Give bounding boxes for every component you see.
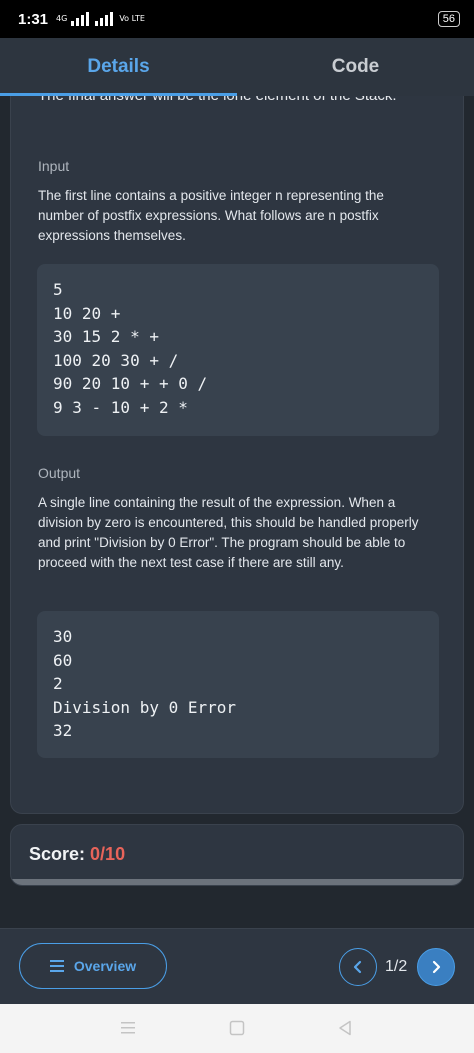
input-sample-line: 100 20 30 + / [53, 350, 179, 370]
volte-label: Vo LTE [119, 14, 145, 23]
menu-icon [49, 960, 64, 972]
output-sample-line: 32 [53, 721, 73, 740]
score-bar [11, 879, 463, 885]
input-sample-line: 5 [53, 280, 63, 299]
score-text: Score: 0/10 [29, 844, 125, 865]
android-home-icon[interactable] [229, 1020, 245, 1036]
tab-bar: Details Code [0, 38, 474, 96]
input-label: Input [38, 158, 70, 174]
android-recents-icon[interactable] [120, 1020, 136, 1036]
overview-button[interactable]: Overview [19, 943, 167, 989]
next-button[interactable] [417, 948, 455, 986]
output-sample-line: 60 [53, 650, 73, 670]
score-label: Score: [29, 844, 86, 864]
input-description: The first line contains a positive integ… [38, 188, 384, 243]
battery-icon: 56 [437, 11, 460, 27]
bottom-nav: Overview 1/2 [0, 928, 474, 1004]
chevron-right-icon [432, 960, 441, 974]
cut-off-text: The final answer will be the lone elemen… [38, 96, 397, 104]
network-type-label: 4G [56, 14, 68, 23]
prev-button[interactable] [339, 948, 377, 986]
input-sample-line: 90 20 10 + + 0 / [53, 374, 208, 393]
output-sample-line: 30 [53, 627, 73, 646]
overview-label: Overview [73, 958, 137, 974]
signal-icon [71, 12, 90, 26]
score-value: 0/10 [90, 844, 126, 864]
output-sample-line: Division by 0 Error [53, 697, 237, 717]
output-label: Output [38, 465, 81, 481]
status-time: 1:31 [18, 10, 49, 28]
output-sample-line: 2 [53, 674, 63, 693]
input-sample-line: 30 15 2 * + [53, 327, 159, 346]
input-sample-line: 9 3 - 10 + 2 * [53, 397, 188, 417]
input-sample-box: 5 10 20 + 30 15 2 * + 100 20 30 + / 90 2… [37, 264, 439, 436]
android-back-icon[interactable] [337, 1020, 353, 1036]
signal-icon-2 [95, 12, 114, 26]
tab-details[interactable]: Details [0, 38, 237, 96]
android-nav-bar [0, 1004, 474, 1053]
score-card: Score: 0/10 [10, 824, 464, 886]
chevron-left-icon [353, 960, 362, 974]
status-bar: 1:31 4G Vo LTE 56 [0, 0, 474, 38]
page-indicator: 1/2 [385, 958, 408, 975]
tab-code[interactable]: Code [237, 38, 474, 96]
details-card: The final answer will be the lone elemen… [10, 96, 464, 814]
input-sample-line: 10 20 + [53, 303, 121, 323]
output-description: A single line containing the result of t… [38, 495, 419, 570]
output-sample-box: 30 60 2 Division by 0 Error 32 [37, 611, 439, 758]
